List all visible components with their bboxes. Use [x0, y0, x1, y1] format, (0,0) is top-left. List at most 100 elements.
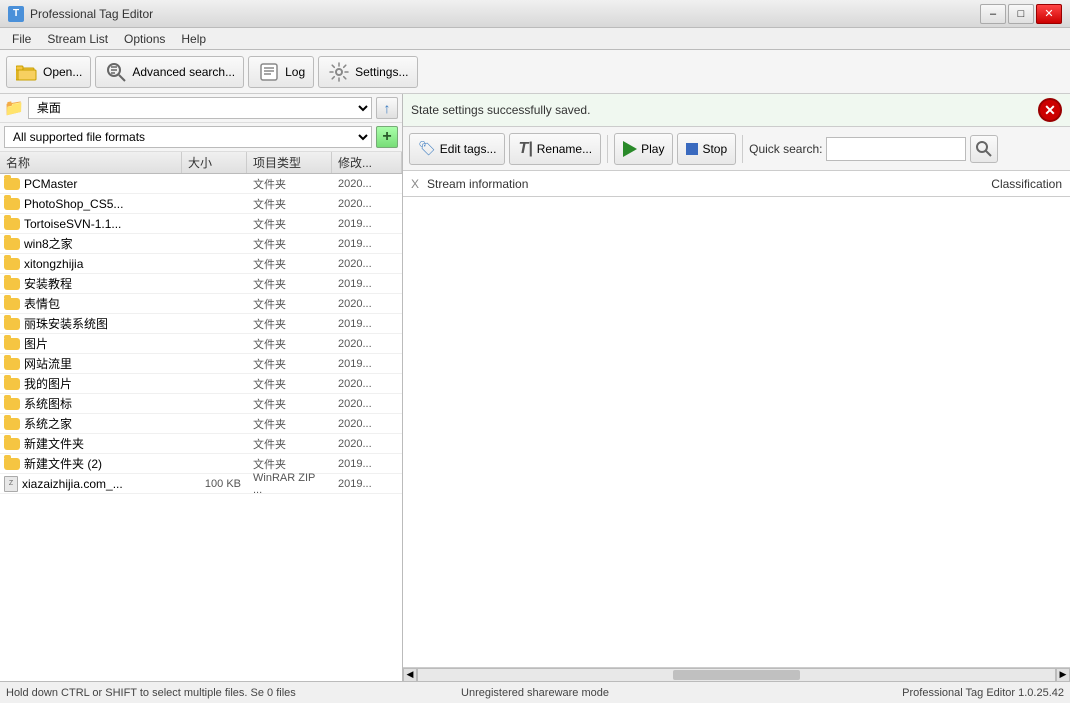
left-panel: 📁 桌面 ↑ All supported file formats + 名称 大…	[0, 94, 403, 681]
folder-icon	[4, 418, 20, 430]
status-right: Professional Tag Editor 1.0.25.42	[711, 687, 1064, 699]
edit-tags-label: Edit tags...	[440, 142, 497, 156]
stop-button[interactable]: Stop	[677, 133, 736, 165]
settings-label: Settings...	[355, 65, 408, 79]
close-status-button[interactable]: ✕	[1038, 98, 1062, 122]
column-header-type[interactable]: 项目类型	[247, 152, 332, 173]
file-type-text: 文件夹	[247, 394, 332, 414]
menu-stream-list[interactable]: Stream List	[39, 30, 116, 48]
column-header-size[interactable]: 大小	[182, 152, 247, 173]
quick-search-go-button[interactable]	[970, 135, 998, 163]
list-item[interactable]: 表情包文件夹2020...	[0, 294, 402, 314]
list-item[interactable]: 我的图片文件夹2020...	[0, 374, 402, 394]
stop-label: Stop	[702, 142, 727, 156]
add-filter-button[interactable]: +	[376, 126, 398, 148]
rename-button[interactable]: T| Rename...	[509, 133, 601, 165]
play-icon	[623, 141, 637, 157]
stream-info-header: X Stream information Classification	[403, 171, 1070, 197]
file-date-text: 2020...	[332, 416, 402, 432]
folder-icon	[4, 458, 20, 470]
play-button[interactable]: Play	[614, 133, 673, 165]
minimize-button[interactable]: –	[980, 4, 1006, 24]
menu-help[interactable]: Help	[173, 30, 214, 48]
file-size-text	[182, 422, 247, 426]
file-type-text: 文件夹	[247, 214, 332, 234]
file-date-text: 2019...	[332, 236, 402, 252]
list-item[interactable]: 系统之家文件夹2020...	[0, 414, 402, 434]
file-date-text: 2019...	[332, 356, 402, 372]
search-icon	[976, 141, 992, 157]
close-button[interactable]: ✕	[1036, 4, 1062, 24]
file-date-text: 2020...	[332, 376, 402, 392]
folder-icon	[4, 398, 20, 410]
path-selector[interactable]: 桌面	[28, 97, 372, 119]
log-label: Log	[285, 65, 305, 79]
file-date-text: 2019...	[332, 476, 402, 492]
file-name-text: 新建文件夹	[24, 435, 84, 452]
folder-icon	[4, 438, 20, 450]
quick-search-input[interactable]	[826, 137, 966, 161]
menu-options[interactable]: Options	[116, 30, 173, 48]
scrollbar-thumb[interactable]	[673, 670, 800, 680]
file-type-text: 文件夹	[247, 434, 332, 454]
file-date-text: 2019...	[332, 216, 402, 232]
file-name-text: PhotoShop_CS5...	[24, 197, 123, 211]
advanced-search-label: Advanced search...	[132, 65, 235, 79]
file-type-text: 文件夹	[247, 174, 332, 194]
column-header-date[interactable]: 修改...	[332, 152, 402, 173]
list-item[interactable]: 新建文件夹 (2)文件夹2019...	[0, 454, 402, 474]
list-item[interactable]: xitongzhijia文件夹2020...	[0, 254, 402, 274]
file-size-text	[182, 302, 247, 306]
navigate-up-button[interactable]: ↑	[376, 97, 398, 119]
list-item[interactable]: 新建文件夹 文件夹2020...	[0, 434, 402, 454]
settings-button[interactable]: Settings...	[318, 56, 417, 88]
scroll-left-button[interactable]: ◀	[403, 668, 417, 682]
status-message-bar: State settings successfully saved. ✕	[403, 94, 1070, 127]
list-item[interactable]: PhotoShop_CS5...文件夹2020...	[0, 194, 402, 214]
stream-content	[403, 197, 1070, 667]
file-date-text: 2020...	[332, 436, 402, 452]
horizontal-scrollbar[interactable]	[417, 668, 1056, 682]
file-date-text: 2020...	[332, 196, 402, 212]
log-button[interactable]: Log	[248, 56, 314, 88]
file-list: PCMaster文件夹2020...PhotoShop_CS5...文件夹202…	[0, 174, 402, 681]
list-item[interactable]: 图片文件夹2020...	[0, 334, 402, 354]
horizontal-scrollbar-area: ◀ ▶	[403, 667, 1070, 681]
list-item[interactable]: TortoiseSVN-1.1...文件夹2019...	[0, 214, 402, 234]
scroll-right-button[interactable]: ▶	[1056, 668, 1070, 682]
file-type-text: 文件夹	[247, 314, 332, 334]
file-size-text	[182, 242, 247, 246]
file-type-text: 文件夹	[247, 354, 332, 374]
file-date-text: 2020...	[332, 176, 402, 192]
stream-x-button[interactable]: X	[411, 177, 419, 191]
list-item[interactable]: win8之家文件夹2019...	[0, 234, 402, 254]
folder-icon	[4, 218, 20, 230]
file-type-text: 文件夹	[247, 374, 332, 394]
file-size-text	[182, 282, 247, 286]
list-item[interactable]: 系统图标 文件夹2020...	[0, 394, 402, 414]
file-date-text: 2020...	[332, 396, 402, 412]
maximize-button[interactable]: □	[1008, 4, 1034, 24]
open-button[interactable]: Open...	[6, 56, 91, 88]
list-item[interactable]: Zxiazaizhijia.com_...100 KBWinRAR ZIP ..…	[0, 474, 402, 494]
list-item[interactable]: 网站流里文件夹2019...	[0, 354, 402, 374]
list-item[interactable]: 丽珠安装系统图文件夹2019...	[0, 314, 402, 334]
file-name-text: 新建文件夹 (2)	[24, 455, 102, 472]
file-size-text	[182, 322, 247, 326]
file-name-text: 系统图标	[24, 395, 72, 412]
advanced-search-button[interactable]: Advanced search...	[95, 56, 244, 88]
column-header-name[interactable]: 名称	[0, 152, 182, 173]
file-date-text: 2019...	[332, 276, 402, 292]
log-icon	[257, 60, 281, 84]
file-type-text: 文件夹	[247, 254, 332, 274]
file-list-header: 名称 大小 项目类型 修改...	[0, 152, 402, 174]
folder-icon	[4, 318, 20, 330]
menu-bar: File Stream List Options Help	[0, 28, 1070, 50]
list-item[interactable]: PCMaster文件夹2020...	[0, 174, 402, 194]
open-label: Open...	[43, 65, 82, 79]
list-item[interactable]: 安装教程文件夹2019...	[0, 274, 402, 294]
edit-tags-button[interactable]: 🏷 Edit tags...	[409, 133, 505, 165]
file-filter-selector[interactable]: All supported file formats	[4, 126, 372, 148]
menu-file[interactable]: File	[4, 30, 39, 48]
stream-classification-label: Classification	[991, 177, 1062, 191]
